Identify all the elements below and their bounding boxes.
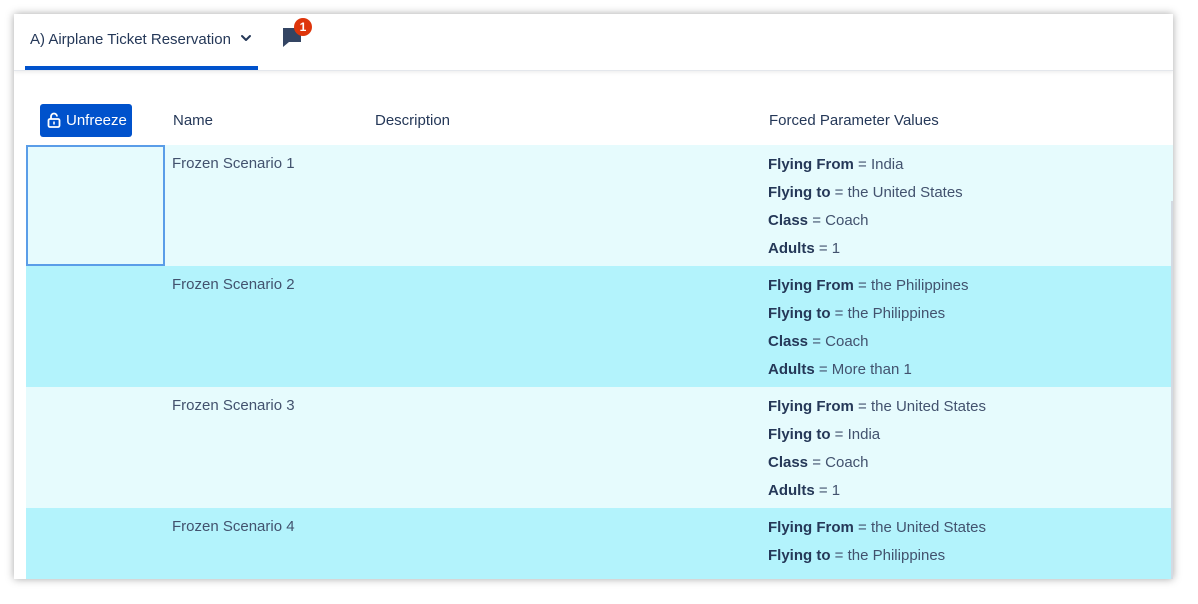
param-value: Coach bbox=[825, 454, 869, 471]
param-line: Flying From = India bbox=[768, 156, 963, 184]
param-key: Flying From bbox=[768, 277, 854, 294]
param-line: Adults = 1 bbox=[768, 240, 963, 268]
unlock-icon bbox=[47, 112, 61, 128]
param-value: More than 1 bbox=[831, 361, 912, 378]
forced-parameter-values: Flying From = the Philippines Flying to … bbox=[768, 277, 969, 389]
param-value: India bbox=[870, 156, 904, 173]
scenario-name: Frozen Scenario 3 bbox=[172, 397, 295, 414]
param-key: Class bbox=[768, 454, 809, 471]
param-line: Class = Coach bbox=[768, 212, 963, 240]
row-select-cell[interactable] bbox=[26, 145, 165, 266]
param-key: Class bbox=[768, 333, 809, 350]
param-value: Coach bbox=[825, 333, 869, 350]
param-value: 1 bbox=[831, 482, 841, 499]
param-key: Class bbox=[768, 212, 809, 229]
param-value: the United States bbox=[870, 398, 987, 415]
param-separator: = bbox=[808, 212, 826, 229]
scenario-name: Frozen Scenario 2 bbox=[172, 276, 295, 293]
param-separator: = bbox=[808, 333, 826, 350]
param-key: Flying to bbox=[768, 305, 831, 322]
column-header-forced-values: Forced Parameter Values bbox=[769, 112, 939, 129]
param-key: Flying From bbox=[768, 398, 854, 415]
param-line: Adults = 1 bbox=[768, 482, 986, 510]
param-key: Flying From bbox=[768, 156, 854, 173]
param-value: 1 bbox=[831, 240, 841, 257]
param-line: Class = Coach bbox=[768, 454, 986, 482]
param-key: Adults bbox=[768, 482, 815, 499]
param-key: Adults bbox=[768, 240, 815, 257]
param-separator: = bbox=[830, 305, 848, 322]
param-line: Flying From = the Philippines bbox=[768, 277, 969, 305]
param-line: Flying From = the United States bbox=[768, 519, 986, 547]
param-separator: = bbox=[808, 454, 826, 471]
param-separator: = bbox=[830, 426, 848, 443]
forced-parameter-values: Flying From = the United States Flying t… bbox=[768, 519, 986, 575]
tab-airplane-ticket-reservation[interactable]: A) Airplane Ticket Reservation bbox=[25, 14, 258, 70]
param-key: Flying to bbox=[768, 547, 831, 564]
param-separator: = bbox=[853, 519, 871, 536]
param-key: Flying to bbox=[768, 184, 831, 201]
param-separator: = bbox=[853, 398, 871, 415]
param-value: Coach bbox=[825, 212, 869, 229]
param-separator: = bbox=[814, 482, 832, 499]
table-row[interactable]: Frozen Scenario 1 Flying From = India Fl… bbox=[26, 145, 1173, 266]
tab-bar: A) Airplane Ticket Reservation 1 bbox=[14, 14, 1173, 71]
param-line: Flying to = the Philippines bbox=[768, 305, 969, 333]
table-row[interactable]: Frozen Scenario 2 Flying From = the Phil… bbox=[26, 266, 1173, 387]
param-key: Flying to bbox=[768, 426, 831, 443]
param-key: Flying From bbox=[768, 519, 854, 536]
param-line: Adults = More than 1 bbox=[768, 361, 969, 389]
param-separator: = bbox=[814, 240, 832, 257]
tab-label: A) Airplane Ticket Reservation bbox=[30, 31, 231, 48]
comment-count-badge: 1 bbox=[294, 18, 312, 36]
param-separator: = bbox=[830, 184, 848, 201]
param-line: Class = Coach bbox=[768, 333, 969, 361]
scenario-panel: A) Airplane Ticket Reservation 1 Unfreez… bbox=[14, 14, 1173, 579]
param-line: Flying to = India bbox=[768, 426, 986, 454]
column-header-name: Name bbox=[173, 112, 214, 129]
param-value: the Philippines bbox=[870, 277, 969, 294]
param-line: Flying to = the Philippines bbox=[768, 547, 986, 575]
param-line: Flying From = the United States bbox=[768, 398, 986, 426]
frozen-scenarios-table: Unfreeze Name Description Forced Paramet… bbox=[26, 70, 1173, 579]
param-separator: = bbox=[830, 547, 848, 564]
scenario-name: Frozen Scenario 4 bbox=[172, 518, 295, 535]
table-row[interactable]: Frozen Scenario 4 Flying From = the Unit… bbox=[26, 508, 1173, 579]
param-separator: = bbox=[853, 156, 871, 173]
chevron-down-icon[interactable] bbox=[239, 31, 253, 45]
unfreeze-label: Unfreeze bbox=[66, 112, 127, 129]
param-separator: = bbox=[814, 361, 832, 378]
scenario-name: Frozen Scenario 1 bbox=[172, 155, 295, 172]
param-value: the Philippines bbox=[847, 305, 946, 322]
forced-parameter-values: Flying From = the United States Flying t… bbox=[768, 398, 986, 510]
scrollbar-track[interactable] bbox=[1171, 201, 1173, 579]
unfreeze-button[interactable]: Unfreeze bbox=[40, 104, 132, 137]
forced-parameter-values: Flying From = India Flying to = the Unit… bbox=[768, 156, 963, 268]
param-value: the Philippines bbox=[847, 547, 946, 564]
param-value: India bbox=[847, 426, 881, 443]
column-header-description: Description bbox=[375, 112, 451, 129]
table-header: Unfreeze Name Description Forced Paramet… bbox=[26, 70, 1173, 145]
param-line: Flying to = the United States bbox=[768, 184, 963, 212]
param-value: the United States bbox=[870, 519, 987, 536]
param-key: Adults bbox=[768, 361, 815, 378]
param-value: the United States bbox=[847, 184, 963, 201]
table-row[interactable]: Frozen Scenario 3 Flying From = the Unit… bbox=[26, 387, 1173, 508]
comments-button[interactable]: 1 bbox=[280, 18, 316, 54]
param-separator: = bbox=[853, 277, 871, 294]
